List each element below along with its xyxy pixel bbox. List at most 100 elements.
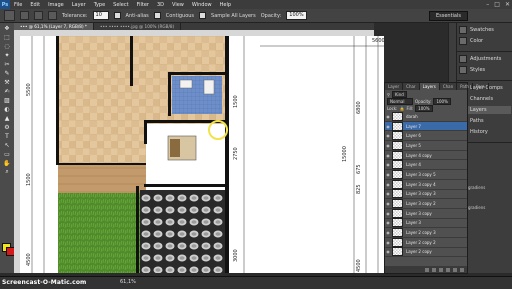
new-selection-icon[interactable] [20, 11, 29, 20]
tool-icon[interactable]: ⚒ [2, 78, 12, 86]
sample-all-layers-checkbox[interactable] [199, 12, 207, 19]
tool-icon[interactable]: ⌕ [2, 168, 12, 176]
panel-color[interactable]: Color [459, 37, 511, 45]
magic-wand-tool-icon[interactable] [4, 10, 15, 21]
document-tab[interactable]: ••• @ 61,1% (Layer 7, RGB/8) * [14, 23, 95, 30]
menu-image[interactable]: Image [44, 2, 68, 8]
layer-filter-kind[interactable]: Kind [391, 90, 407, 98]
tool-icon[interactable]: ✂ [2, 60, 12, 68]
link-layers-icon[interactable] [425, 267, 429, 272]
eye-icon[interactable]: ◉ [385, 220, 391, 225]
subtract-selection-icon[interactable] [48, 11, 57, 20]
maximize-icon[interactable]: □ [494, 1, 500, 8]
tool-icon[interactable]: ✎ [2, 69, 12, 77]
tool-icon[interactable]: ✍ [2, 87, 12, 95]
tool-icon[interactable]: ▨ [2, 96, 12, 104]
menu-type[interactable]: Type [90, 2, 109, 8]
document-tab[interactable]: ••• •••• ••••.jpg @ 100% (RGB/8) [94, 23, 182, 30]
document-canvas[interactable]: 5500 15000 1500 4500 1500 2750 6800 1500… [20, 36, 384, 273]
opacity-input[interactable]: 100% [286, 11, 307, 20]
layers-tab[interactable]: Layer [385, 83, 404, 90]
eye-icon[interactable]: ◉ [385, 143, 391, 148]
tool-icon[interactable]: ⬚ [2, 33, 12, 41]
layers-tab[interactable]: Para [473, 83, 489, 90]
tool-icon[interactable]: ▲ [2, 114, 12, 122]
layer-row[interactable]: ◉ Layer 2 copy [385, 247, 467, 258]
dim-text: 2750 [233, 147, 239, 160]
close-icon[interactable]: ✕ [505, 1, 510, 8]
minimize-icon[interactable]: – [486, 1, 489, 8]
eye-icon[interactable]: ◉ [385, 172, 391, 177]
layer-name: Layer 3 copy 5 [406, 171, 436, 177]
menu-filter[interactable]: Filter [133, 2, 153, 8]
add-selection-icon[interactable] [34, 11, 43, 20]
tool-icon[interactable]: ◌ [2, 42, 12, 50]
filter-icon[interactable]: ⚲ [387, 92, 390, 97]
layer-row[interactable]: ◉ Layer 2 copy 2 [385, 237, 467, 248]
fill-input[interactable]: 100% [415, 104, 433, 112]
eye-icon[interactable]: ◉ [385, 191, 391, 196]
eye-icon[interactable]: ◉ [385, 133, 391, 138]
eye-icon[interactable]: ◉ [385, 240, 391, 245]
lock-icon[interactable]: 🔒 [399, 106, 404, 111]
layer-row[interactable]: ◉ Layer 3 copy 4 [385, 179, 467, 190]
tool-icon[interactable]: ↖ [2, 141, 12, 149]
workspace-switcher[interactable]: Essentials [428, 11, 468, 21]
layer-row[interactable]: ◉ Layer 6 [385, 131, 467, 142]
layers-tab[interactable]: Char [403, 83, 420, 90]
layer-row[interactable]: ◉ Layer 4 copy [385, 150, 467, 161]
contiguous-checkbox[interactable] [153, 12, 161, 19]
layer-row[interactable]: ◉ Layer 3 copy 5 [385, 169, 467, 180]
menu-3d[interactable]: 3D [153, 2, 168, 8]
layer-opacity-input[interactable]: 100% [433, 97, 451, 105]
layer-row[interactable]: ◉ Layer 3 copy [385, 208, 467, 219]
tool-icon[interactable]: ✋ [2, 159, 12, 167]
menu-layer[interactable]: Layer [68, 2, 90, 8]
tool-icon[interactable]: ⚙ [2, 123, 12, 131]
add-style-icon[interactable] [432, 267, 436, 272]
dim-text: 15000 [342, 146, 348, 162]
new-group-icon[interactable] [446, 267, 450, 272]
antialias-checkbox[interactable] [113, 12, 121, 19]
zoom-level[interactable]: 61,1% [120, 279, 136, 285]
new-layer-icon[interactable] [453, 267, 457, 272]
menu-help[interactable]: Help [216, 2, 235, 8]
tool-icon[interactable]: ▭ [2, 150, 12, 158]
layers-tab[interactable]: Path [457, 83, 473, 90]
layers-tab[interactable]: Chan [440, 83, 458, 90]
menu-edit[interactable]: Edit [26, 2, 44, 8]
add-mask-icon[interactable] [439, 267, 443, 272]
layer-row[interactable]: ◉ Layer 3 copy 3 [385, 189, 467, 200]
eye-icon[interactable]: ◉ [385, 124, 391, 129]
layer-row[interactable]: ◉ darah [385, 111, 467, 122]
eye-icon[interactable]: ◉ [385, 153, 391, 158]
tolerance-input[interactable]: 10 [92, 11, 109, 20]
panel-styles[interactable]: Styles [459, 66, 511, 74]
eye-icon[interactable]: ◉ [385, 211, 391, 216]
menu-select[interactable]: Select [109, 2, 132, 8]
menu-file[interactable]: File [10, 2, 26, 8]
layer-row[interactable]: ◉ Layer 7 [385, 121, 467, 132]
menu-window[interactable]: Window [188, 2, 216, 8]
layer-row[interactable]: ◉ Layer 4 [385, 160, 467, 171]
layer-row[interactable]: ◉ Layer 3 copy 2 [385, 199, 467, 209]
panel-adjustments[interactable]: Adjustments [459, 55, 511, 63]
tool-icon[interactable]: T [2, 132, 12, 140]
tool-icon[interactable]: ❖ [2, 24, 12, 32]
panel-swatches[interactable]: Swatches [459, 26, 511, 34]
blend-mode-select[interactable]: Normal [387, 97, 413, 105]
layer-row[interactable]: ◉ Layer 2 copy 3 [385, 228, 467, 238]
tool-icon[interactable]: ✦ [2, 51, 12, 59]
eye-icon[interactable]: ◉ [385, 201, 391, 206]
layers-tab[interactable]: Layers [419, 83, 440, 90]
layer-row[interactable]: ◉ Layer 5 [385, 140, 467, 151]
layer-row[interactable]: ◉ Layer 3 [385, 218, 467, 229]
eye-icon[interactable]: ◉ [385, 230, 391, 235]
eye-icon[interactable]: ◉ [385, 249, 391, 254]
eye-icon[interactable]: ◉ [385, 162, 391, 167]
tool-icon[interactable]: ◐ [2, 105, 12, 113]
trash-icon[interactable] [460, 267, 464, 272]
eye-icon[interactable]: ◉ [385, 114, 391, 119]
menu-view[interactable]: View [168, 2, 188, 8]
eye-icon[interactable]: ◉ [385, 182, 391, 187]
